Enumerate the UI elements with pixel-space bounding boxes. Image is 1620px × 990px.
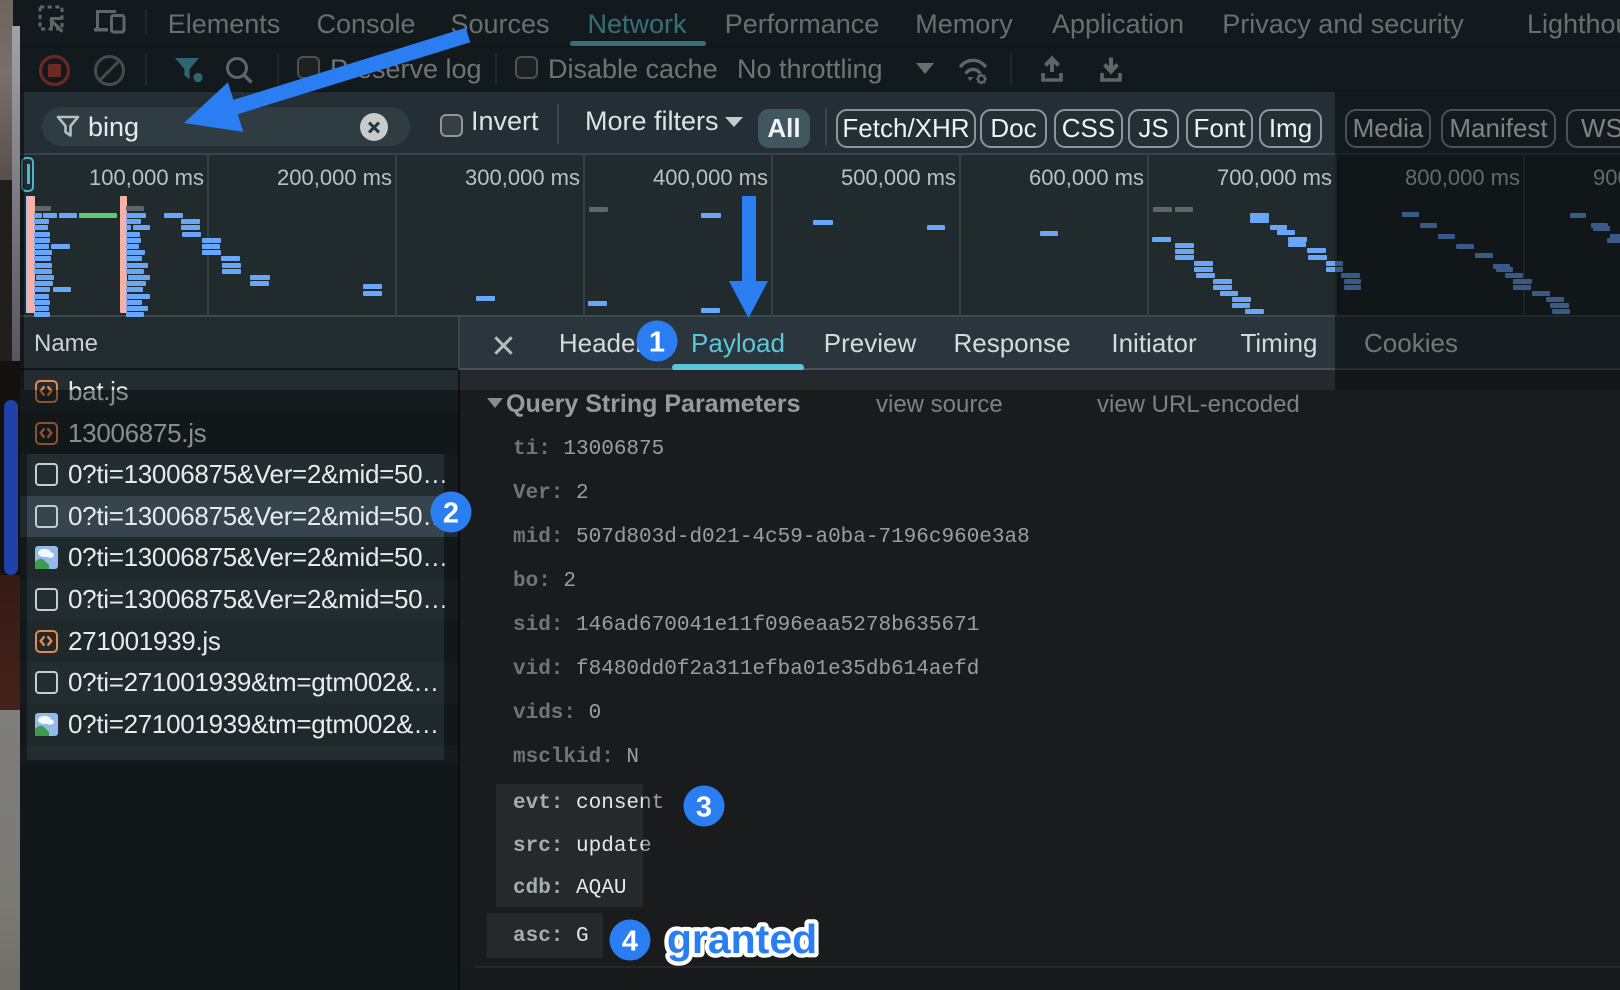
svg-text:3: 3 — [696, 792, 712, 824]
svg-text:1: 1 — [649, 327, 665, 359]
svg-text:4: 4 — [622, 926, 638, 958]
svg-text:2: 2 — [443, 498, 459, 530]
svg-text:granted: granted — [667, 916, 817, 962]
